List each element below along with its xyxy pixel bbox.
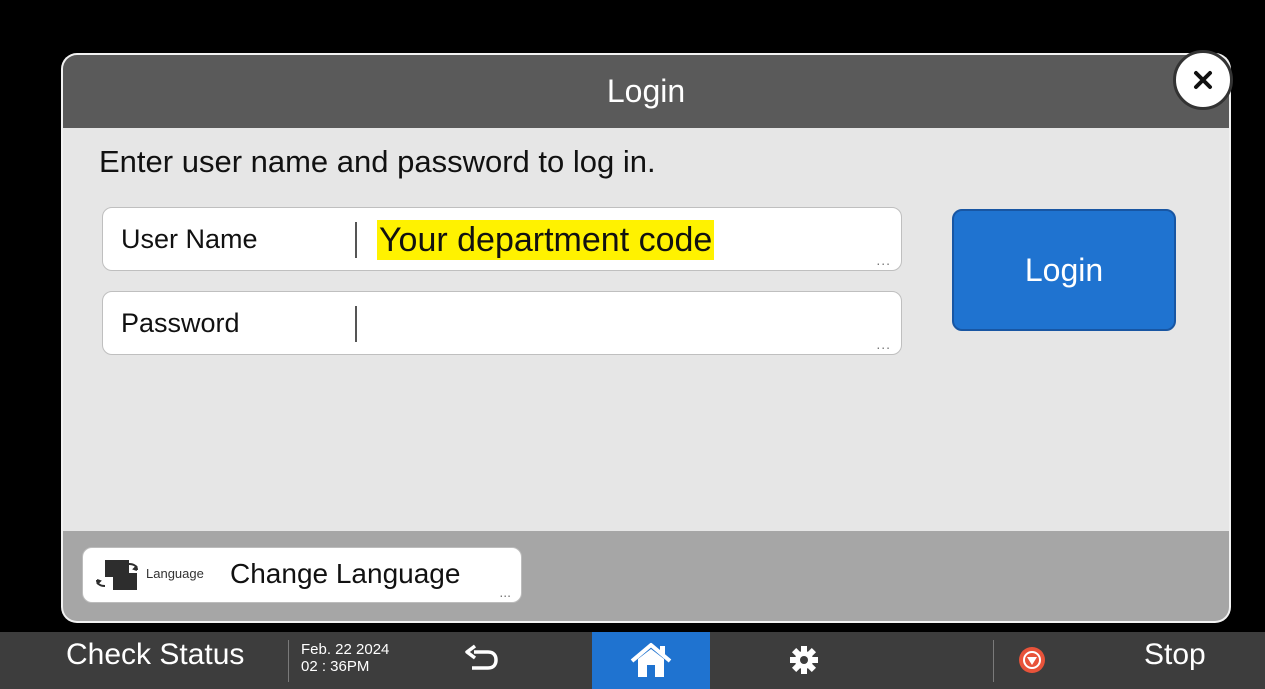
language-caption: Language (146, 566, 204, 581)
password-field[interactable]: Password ... (102, 291, 902, 355)
login-button[interactable]: Login (952, 209, 1176, 331)
time-label: 02 : 36PM (301, 658, 370, 675)
check-status-button[interactable]: Check Status (66, 638, 244, 672)
more-indicator: ... (876, 336, 891, 352)
user-name-field[interactable]: User Name Your department code ... (102, 207, 902, 271)
close-icon (1194, 71, 1212, 89)
change-language-button[interactable]: Language Change Language ... (82, 547, 522, 603)
close-button[interactable] (1173, 50, 1233, 110)
login-dialog: Login Enter user name and password to lo… (63, 55, 1229, 621)
date-label: Feb. 22 2024 (301, 641, 390, 658)
home-button[interactable] (592, 632, 710, 689)
device-screen: Login Enter user name and password to lo… (0, 0, 1265, 689)
stop-icon[interactable] (1018, 646, 1046, 674)
date-time: Feb. 22 2024 02 : 36PM (301, 641, 389, 675)
change-language-label: Change Language (230, 558, 461, 589)
field-divider (355, 222, 357, 258)
more-indicator: ... (499, 584, 511, 600)
gear-icon[interactable] (788, 644, 820, 676)
taskbar-divider (288, 640, 289, 682)
user-name-label: User Name (121, 223, 258, 254)
dialog-footer: Language Change Language ... (63, 531, 1229, 621)
user-name-value: Your department code (377, 220, 715, 260)
language-icon (96, 560, 138, 590)
login-instruction: Enter user name and password to log in. (99, 144, 656, 179)
bottom-taskbar: Check Status Feb. 22 2024 02 : 36PM Stop (0, 632, 1265, 689)
home-icon (630, 642, 672, 677)
password-label: Password (121, 307, 240, 338)
dialog-title: Login (63, 55, 1229, 128)
field-divider (355, 306, 357, 342)
more-indicator: ... (876, 252, 891, 268)
stop-button[interactable]: Stop (1144, 638, 1206, 672)
back-icon[interactable] (462, 644, 502, 676)
taskbar-divider (993, 640, 994, 682)
